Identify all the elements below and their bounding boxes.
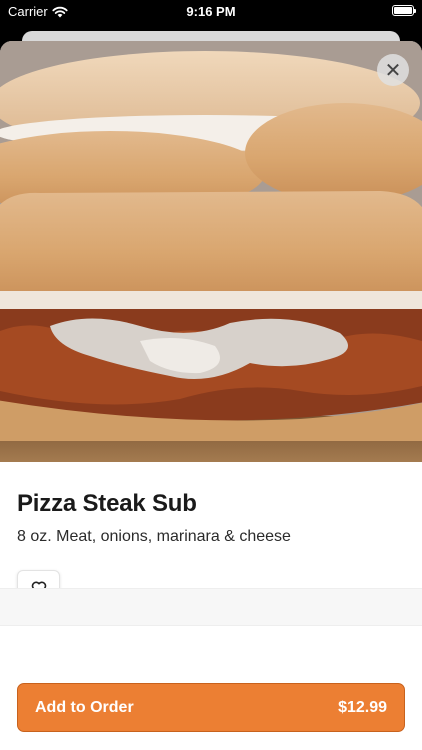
item-title: Pizza Steak Sub: [17, 490, 197, 517]
section-divider: [0, 588, 422, 626]
bottom-action-bar: Add to Order $12.99: [0, 666, 422, 750]
close-button[interactable]: ✕: [377, 54, 409, 86]
item-info: Pizza Steak Sub 8 oz. Meat, onions, mari…: [0, 462, 422, 605]
order-price: $12.99: [338, 698, 387, 716]
status-bar: Carrier 9:16 PM: [0, 0, 422, 22]
status-time: 9:16 PM: [186, 4, 236, 19]
battery-icon: [392, 5, 416, 16]
sandwich-illustration: [0, 41, 422, 462]
add-to-order-button[interactable]: Add to Order $12.99: [17, 683, 405, 732]
item-description: 8 oz. Meat, onions, marinara & cheese: [17, 528, 291, 545]
item-detail-sheet: ✕ Pizza Steak Sub 8 oz. Meat, onions, ma…: [0, 41, 422, 750]
close-icon: ✕: [384, 59, 402, 82]
item-image: ✕: [0, 41, 422, 462]
screen: Carrier 9:16 PM ✕ Pizza Steak Sub 8 oz. …: [0, 0, 422, 750]
add-to-order-label: Add to Order: [35, 698, 134, 716]
